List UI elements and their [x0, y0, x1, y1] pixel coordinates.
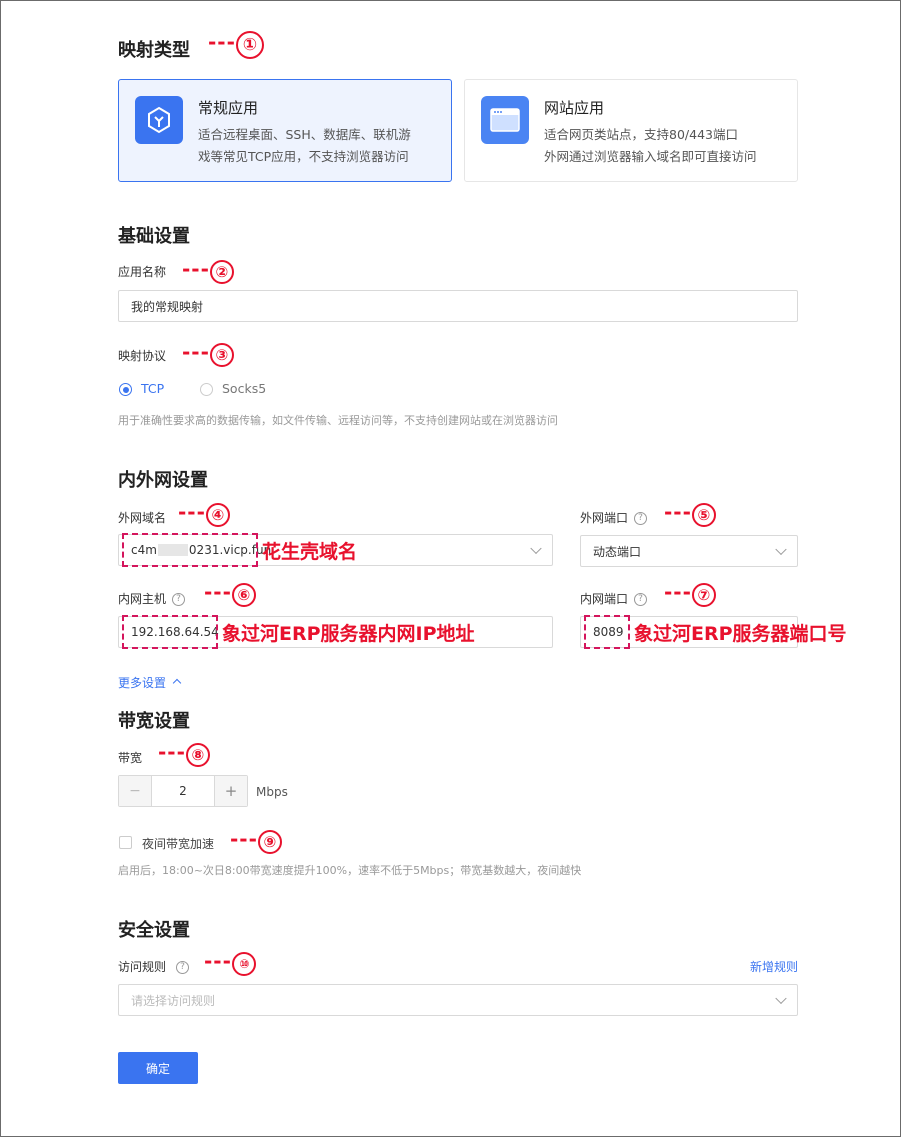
- app-name-input[interactable]: 我的常规映射: [118, 290, 798, 322]
- bandwidth-stepper[interactable]: − 2 +: [118, 775, 248, 807]
- card-title: 常规应用: [198, 99, 259, 117]
- confirm-button[interactable]: 确定: [118, 1052, 198, 1084]
- card-general-app[interactable]: 常规应用 适合远程桌面、SSH、数据库、联机游 戏等常见TCP应用，不支持浏览器…: [118, 79, 452, 182]
- highlight-box-host: [122, 615, 218, 649]
- annotation-9: --- ⑨: [230, 827, 282, 854]
- plus-button[interactable]: +: [214, 776, 247, 806]
- cube-icon: [135, 96, 183, 144]
- access-rule-select[interactable]: 请选择访问规则: [118, 984, 798, 1016]
- domain-annotation: 花生壳域名: [262, 541, 358, 563]
- chevron-down-icon: [530, 542, 542, 555]
- section-title-security: 安全设置: [118, 920, 190, 941]
- highlight-box-port: [584, 615, 630, 649]
- internal-port-label: 内网端口?: [580, 590, 648, 607]
- section-title-network: 内外网设置: [118, 470, 208, 491]
- card-description: 适合远程桌面、SSH、数据库、联机游 戏等常见TCP应用，不支持浏览器访问: [198, 127, 411, 164]
- card-description: 适合网页类站点，支持80/443端口 外网通过浏览器输入域名即可直接访问: [544, 127, 757, 164]
- night-boost-checkbox[interactable]: [119, 836, 132, 849]
- card-website-app[interactable]: 网站应用 适合网页类站点，支持80/443端口 外网通过浏览器输入域名即可直接访…: [464, 79, 798, 182]
- section-title-mapping-type: 映射类型: [118, 40, 190, 61]
- host-annotation: 象过河ERP服务器内网IP地址: [222, 623, 475, 645]
- access-rule-label: 访问规则?: [118, 958, 190, 975]
- highlight-box-domain: [122, 533, 258, 567]
- annotation-4: --- ④: [178, 500, 230, 527]
- section-title-bandwidth: 带宽设置: [118, 711, 190, 732]
- bandwidth-label: 带宽: [118, 751, 143, 765]
- annotation-8: --- ⑧: [158, 740, 210, 767]
- bandwidth-unit: Mbps: [256, 785, 288, 799]
- radio-tcp[interactable]: [119, 383, 132, 396]
- protocol-hint: 用于准确性要求高的数据传输，如文件传输、远程访问等，不支持创建网站或在浏览器访问: [118, 414, 558, 427]
- internal-host-label: 内网主机?: [118, 590, 186, 607]
- help-icon: ?: [176, 961, 190, 974]
- port-annotation: 象过河ERP服务器端口号: [634, 623, 847, 645]
- add-rule-link[interactable]: 新增规则: [750, 958, 798, 975]
- app-name-label: 应用名称: [118, 265, 167, 279]
- annotation-3: --- ③: [182, 340, 234, 367]
- radio-socks5[interactable]: [200, 383, 213, 396]
- help-icon: ?: [634, 512, 648, 525]
- section-title-basic: 基础设置: [118, 226, 190, 247]
- chevron-down-icon: [775, 543, 787, 556]
- help-icon: ?: [172, 593, 186, 606]
- external-port-label: 外网端口?: [580, 509, 648, 526]
- chevron-down-icon: [775, 992, 787, 1005]
- help-icon: ?: [634, 593, 648, 606]
- external-domain-label: 外网域名: [118, 511, 167, 525]
- external-port-select[interactable]: 动态端口: [580, 535, 798, 567]
- radio-tcp-label[interactable]: TCP: [141, 381, 164, 396]
- night-boost-label[interactable]: 夜间带宽加速: [142, 835, 214, 852]
- protocol-label: 映射协议: [118, 349, 167, 363]
- radio-socks5-label[interactable]: Socks5: [222, 381, 266, 396]
- annotation-7: --- ⑦: [664, 580, 716, 607]
- more-settings-link[interactable]: 更多设置: [118, 674, 182, 691]
- night-boost-hint: 启用后，18:00~次日8:00带宽速度提升100%，速率不低于5Mbps；带宽…: [118, 864, 582, 877]
- annotation-6: --- ⑥: [204, 580, 256, 607]
- minus-button[interactable]: −: [119, 776, 152, 806]
- annotation-1: --- ①: [208, 30, 264, 59]
- card-title: 网站应用: [544, 99, 605, 117]
- bandwidth-value[interactable]: 2: [152, 776, 214, 806]
- chevron-up-icon: [172, 678, 182, 688]
- annotation-5: --- ⑤: [664, 500, 716, 527]
- annotation-10: --- ⑩: [204, 949, 256, 976]
- browser-window-icon: [481, 96, 529, 144]
- annotation-2: --- ②: [182, 257, 234, 284]
